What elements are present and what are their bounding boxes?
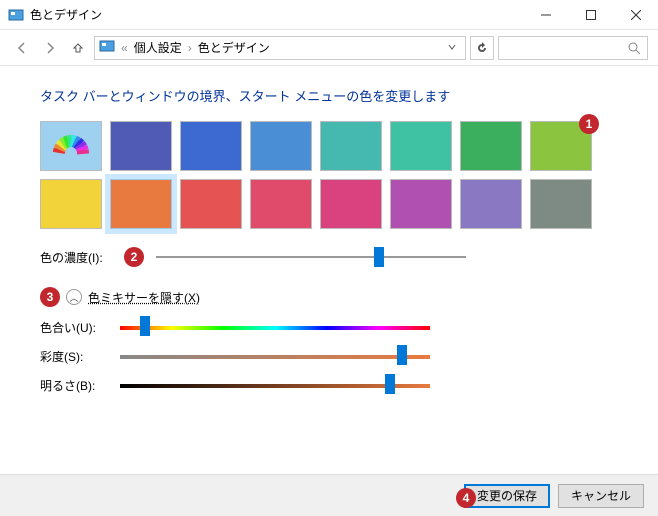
hue-slider[interactable]	[120, 323, 430, 333]
content-area: タスク バーとウィンドウの境界、スタート メニューの色を変更します 1 色の濃度…	[0, 66, 658, 416]
mixer-panel: 色合い(U): 彩度(S): 明るさ(B):	[40, 319, 618, 394]
sat-label: 彩度(S):	[40, 348, 110, 365]
annotation-badge-1: 1	[579, 114, 599, 134]
intensity-row: 色の濃度(I): 2	[40, 247, 618, 267]
breadcrumb-item[interactable]: 個人設定	[134, 39, 182, 56]
color-swatch[interactable]: 1	[530, 121, 592, 171]
navbar: « 個人設定 › 色とデザイン	[0, 30, 658, 66]
breadcrumb-item[interactable]: 色とデザイン	[198, 39, 270, 56]
color-swatch[interactable]	[320, 179, 382, 229]
color-swatch[interactable]	[390, 179, 452, 229]
save-button-label: 変更の保存	[477, 487, 537, 504]
color-swatch[interactable]	[390, 121, 452, 171]
intensity-slider[interactable]	[156, 254, 466, 260]
titlebar: 色とデザイン	[0, 0, 658, 30]
search-icon	[627, 41, 641, 58]
window-title: 色とデザイン	[30, 6, 523, 23]
app-icon	[8, 7, 24, 23]
refresh-button[interactable]	[470, 36, 494, 60]
hue-label: 色合い(U):	[40, 319, 110, 336]
color-swatch[interactable]	[460, 179, 522, 229]
forward-button[interactable]	[38, 36, 62, 60]
color-swatch[interactable]	[250, 121, 312, 171]
annotation-badge-3: 3	[40, 287, 60, 307]
chevron-down-icon[interactable]	[443, 41, 461, 55]
sat-slider[interactable]	[120, 352, 430, 362]
color-swatch[interactable]	[180, 179, 242, 229]
color-swatch[interactable]	[180, 121, 242, 171]
color-swatch[interactable]	[40, 121, 102, 171]
up-button[interactable]	[66, 36, 90, 60]
color-swatch[interactable]	[320, 121, 382, 171]
auto-color-icon	[41, 122, 101, 170]
color-swatch[interactable]	[530, 179, 592, 229]
chevron-up-icon: ︿	[66, 289, 82, 305]
search-input[interactable]	[498, 36, 648, 60]
color-swatch[interactable]	[460, 121, 522, 171]
minimize-button[interactable]	[523, 0, 568, 30]
color-swatch[interactable]	[250, 179, 312, 229]
footer-bar: 4 変更の保存 キャンセル	[0, 474, 658, 516]
maximize-button[interactable]	[568, 0, 613, 30]
cancel-button[interactable]: キャンセル	[558, 484, 644, 508]
lgt-label: 明るさ(B):	[40, 377, 110, 394]
lgt-slider[interactable]	[120, 381, 430, 391]
color-swatch[interactable]	[40, 179, 102, 229]
back-button[interactable]	[10, 36, 34, 60]
section-heading: タスク バーとウィンドウの境界、スタート メニューの色を変更します	[40, 86, 618, 105]
close-button[interactable]	[613, 0, 658, 30]
intensity-label: 色の濃度(I):	[40, 249, 116, 266]
color-swatch[interactable]	[110, 121, 172, 171]
annotation-badge-4: 4	[456, 488, 476, 508]
annotation-badge-2: 2	[124, 247, 144, 267]
cancel-button-label: キャンセル	[571, 487, 631, 504]
mixer-toggle[interactable]: 3 ︿ 色ミキサーを隠す(X)	[40, 287, 618, 307]
breadcrumb-icon	[99, 40, 115, 55]
save-button[interactable]: 4 変更の保存	[464, 484, 550, 508]
breadcrumb-root: «	[121, 41, 128, 55]
color-swatch[interactable]	[110, 179, 172, 229]
breadcrumb-sep: ›	[188, 41, 192, 55]
color-swatch-grid: 1	[40, 121, 618, 229]
mixer-toggle-label: 色ミキサーを隠す(X)	[88, 289, 200, 306]
address-bar[interactable]: « 個人設定 › 色とデザイン	[94, 36, 466, 60]
